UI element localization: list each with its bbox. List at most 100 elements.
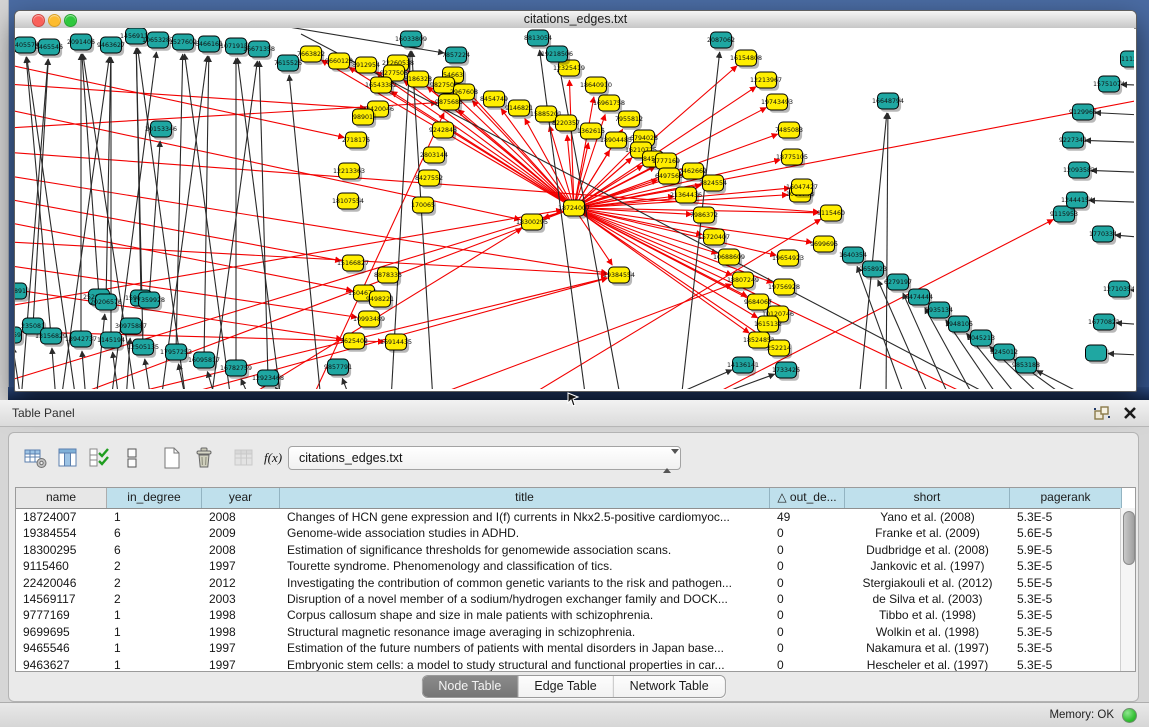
citation-edge-black[interactable] (149, 141, 160, 300)
tab-node-table[interactable]: Node Table (422, 676, 518, 697)
network-graph-canvas[interactable]: 1872400776638229660128891295422260538927… (15, 28, 1134, 389)
table-cell[interactable]: 5.3E-5 (1010, 509, 1122, 525)
table-cell[interactable]: 0 (770, 542, 845, 558)
citation-edge-red[interactable] (15, 241, 607, 274)
table-cell[interactable]: 2009 (202, 525, 280, 541)
graph-node[interactable]: 9853188 (1012, 357, 1040, 376)
table-cell[interactable]: 18300295 (16, 542, 107, 558)
column-header-pagerank[interactable]: pagerank (1010, 488, 1122, 508)
graph-node[interactable]: 10688609 (713, 249, 745, 268)
citation-edge-red[interactable] (574, 208, 776, 255)
graph-node[interactable]: 9699695 (810, 236, 838, 255)
table-cell[interactable]: Franke et al. (2009) (845, 525, 1010, 541)
graph-node[interactable]: 2803144 (420, 147, 448, 166)
table-cell[interactable]: 9115460 (16, 558, 107, 574)
table-cell[interactable]: 1998 (202, 607, 280, 623)
tab-edge-table[interactable]: Edge Table (518, 676, 613, 697)
citation-edge-black[interactable] (342, 378, 351, 389)
table-cell[interactable]: Tibbo et al. (1998) (845, 607, 1010, 623)
graph-node[interactable]: 19218506 (541, 46, 573, 65)
table-cell[interactable]: 0 (770, 640, 845, 656)
table-cell[interactable]: 9465546 (16, 640, 107, 656)
column-header-out_de[interactable]: △ out_de... (770, 488, 845, 508)
tab-network-table[interactable]: Network Table (614, 676, 725, 697)
delete-column-icon[interactable] (191, 445, 217, 471)
table-cell[interactable]: Yano et al. (2008) (845, 509, 1010, 525)
graph-node[interactable]: 12093582 (1063, 162, 1095, 181)
table-cell[interactable]: Disruption of a novel member of a sodium… (280, 591, 770, 607)
table-cell[interactable]: 2008 (202, 509, 280, 525)
graph-node[interactable]: 8454749 (480, 91, 508, 110)
table-cell[interactable]: 1 (107, 640, 202, 656)
citation-edge-black[interactable] (1037, 370, 1096, 389)
citation-edge-black[interactable] (15, 347, 21, 389)
table-row[interactable]: 977716911998Corpus callosum shape and si… (16, 607, 1135, 623)
graph-node[interactable]: 9498221 (366, 291, 394, 310)
graph-node[interactable]: 8813054 (524, 30, 552, 49)
graph-node[interactable]: 16770821 (1088, 314, 1120, 333)
table-cell[interactable]: 1997 (202, 657, 280, 672)
table-cell[interactable]: Wolkin et al. (1998) (845, 624, 1010, 640)
table-cell[interactable]: 2 (107, 591, 202, 607)
citation-edge-black[interactable] (106, 57, 111, 302)
float-panel-icon[interactable] (1093, 404, 1111, 422)
table-cell[interactable]: Tourette syndrome. Phenomenology and cla… (280, 558, 770, 574)
network-window-titlebar[interactable]: citations_edges.txt (15, 11, 1136, 29)
table-cell[interactable]: 0 (770, 575, 845, 591)
graph-node[interactable]: 18107554 (332, 193, 364, 212)
table-cell[interactable]: Investigating the contribution of common… (280, 575, 770, 591)
graph-node[interactable]: 9875685 (435, 94, 463, 113)
table-cell[interactable]: Hescheler et al. (1997) (845, 657, 1010, 672)
citation-edge-black[interactable] (52, 348, 56, 389)
graph-node[interactable]: 16033809 (395, 31, 427, 50)
table-cell[interactable]: 2003 (202, 591, 280, 607)
graph-node[interactable]: 16648794 (872, 93, 904, 112)
citation-edge-black[interactable] (161, 56, 207, 389)
graph-node[interactable]: 12923468 (252, 370, 284, 389)
graph-node[interactable]: 1770334 (1089, 226, 1117, 245)
table-cell[interactable]: 0 (770, 525, 845, 541)
citation-edge-black[interactable] (1089, 200, 1134, 203)
citation-edge-black[interactable] (1115, 235, 1134, 239)
graph-node[interactable]: 18775105 (776, 149, 808, 168)
table-cell[interactable]: 5.3E-5 (1010, 558, 1122, 574)
graph-node[interactable]: 12710354 (1103, 281, 1134, 300)
table-cell[interactable]: 0 (770, 607, 845, 623)
table-cell[interactable]: Changes of HCN gene expression and I(f) … (280, 509, 770, 525)
memory-status-indicator[interactable] (1122, 708, 1137, 723)
graph-node[interactable]: 16914435 (380, 334, 412, 353)
graph-node[interactable]: 16782759 (220, 360, 252, 379)
graph-node[interactable]: 12213363 (333, 163, 365, 182)
table-cell[interactable]: 18724007 (16, 509, 107, 525)
unselect-all-columns-icon[interactable] (119, 445, 145, 471)
table-row[interactable]: 911546021997Tourette syndrome. Phenomeno… (16, 558, 1135, 574)
table-cell[interactable]: Estimation of the future numbers of pati… (280, 640, 770, 656)
graph-node[interactable]: 15166827 (337, 255, 369, 274)
graph-node[interactable]: 31891 (15, 283, 29, 302)
table-cell[interactable]: Dudbridge et al. (2008) (845, 542, 1010, 558)
graph-node[interactable]: 15751074 (1093, 76, 1125, 95)
table-cell[interactable]: 0 (770, 591, 845, 607)
citation-edge-red[interactable] (574, 143, 588, 208)
close-panel-icon[interactable] (1121, 404, 1139, 422)
graph-node[interactable]: 9465546 (35, 39, 63, 58)
graph-node[interactable]: 8878335 (374, 267, 402, 286)
graph-node[interactable]: 16095817 (188, 352, 220, 371)
graph-node[interactable]: 10993489 (353, 311, 385, 330)
table-cell[interactable]: 5.3E-5 (1010, 657, 1122, 672)
table-cell[interactable]: 2 (107, 558, 202, 574)
column-header-year[interactable]: year (202, 488, 280, 508)
graph-node[interactable]: 7955812 (615, 111, 643, 130)
table-scrollbar[interactable] (1120, 508, 1135, 671)
graph-node[interactable]: 9129966 (1069, 104, 1097, 123)
table-cell[interactable]: 1 (107, 509, 202, 525)
graph-node[interactable]: 2091406 (67, 34, 95, 53)
column-header-title[interactable]: title (280, 488, 770, 508)
citation-edge-black[interactable] (661, 370, 732, 389)
table-row[interactable]: 1456911722003Disruption of a novel membe… (16, 591, 1135, 607)
table-cell[interactable]: Structural magnetic resonance image aver… (280, 624, 770, 640)
graph-node[interactable]: 1733426 (772, 362, 800, 381)
graph-node[interactable]: 19384554 (603, 267, 635, 286)
graph-node[interactable]: 9115460 (817, 205, 845, 224)
table-cell[interactable]: 9699695 (16, 624, 107, 640)
